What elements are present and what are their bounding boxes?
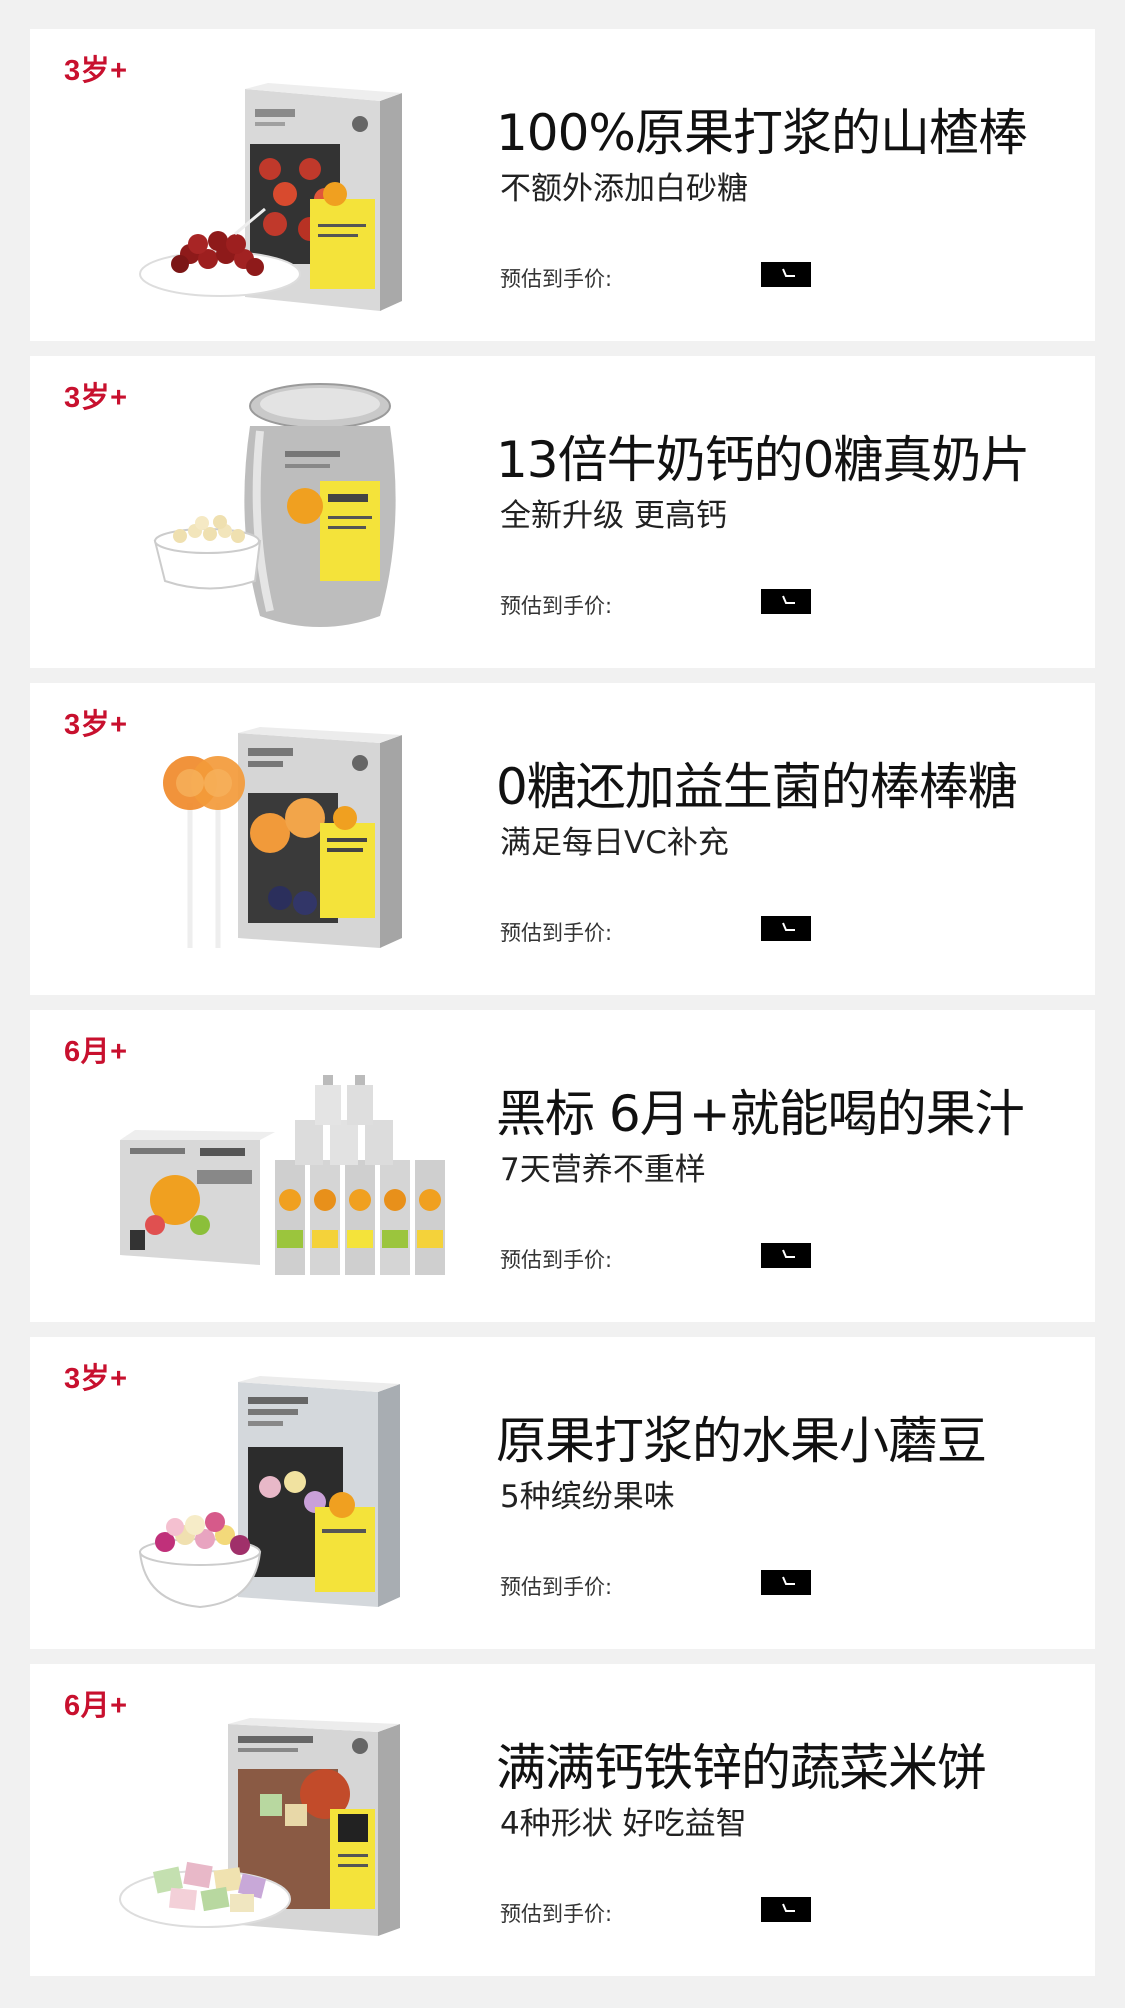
price-label: 预估到手价:	[500, 594, 613, 618]
price-label: 预估到手价:	[500, 267, 613, 291]
product-card[interactable]: 3岁+	[30, 29, 1095, 341]
product-card[interactable]: 6月+	[30, 1664, 1095, 1976]
price-label: 预估到手价:	[500, 1902, 613, 1926]
product-subtitle: 满足每日VC补充	[500, 825, 729, 861]
product-subtitle: 5种缤纷果味	[500, 1479, 675, 1515]
price-tag-button[interactable]	[761, 1570, 811, 1595]
product-subtitle: 4种形状 好吃益智	[500, 1806, 747, 1842]
product-title: 13倍牛奶钙的0糖真奶片	[496, 431, 1030, 489]
product-image[interactable]	[110, 1684, 455, 1956]
product-list: 3岁+ 100%原果打浆的山楂棒 不额外添加白砂糖 预估到手价: 3岁+ 13倍…	[0, 0, 1125, 2008]
hawthorn-stick-box-icon	[139, 83, 402, 311]
product-title: 100%原果打浆的山楂棒	[496, 104, 1028, 162]
arrow-icon	[782, 1903, 795, 1912]
price-label: 预估到手价:	[500, 1248, 613, 1272]
arrow-icon	[782, 1249, 795, 1258]
product-title: 满满钙铁锌的蔬菜米饼	[496, 1739, 987, 1797]
product-image[interactable]	[110, 49, 455, 321]
price-tag-button[interactable]	[761, 589, 811, 614]
price-label: 预估到手价:	[500, 1575, 613, 1599]
lollipop-box-icon	[163, 727, 402, 948]
product-card[interactable]: 6月+	[30, 1010, 1095, 1322]
price-tag-button[interactable]	[761, 916, 811, 941]
vegetable-rice-cracker-box-icon	[119, 1718, 400, 1936]
price-tag-button[interactable]	[761, 1243, 811, 1268]
product-subtitle: 全新升级 更高钙	[500, 498, 727, 534]
fruit-juice-pouch-set-icon	[120, 1075, 445, 1275]
arrow-icon	[782, 1576, 795, 1585]
product-card[interactable]: 3岁+	[30, 356, 1095, 668]
arrow-icon	[782, 268, 795, 277]
product-image[interactable]	[110, 1357, 455, 1629]
price-tag-button[interactable]	[761, 262, 811, 287]
milk-tablet-can-icon	[153, 383, 396, 627]
price-tag-button[interactable]	[761, 1897, 811, 1922]
product-title: 0糖还加益生菌的棒棒糖	[496, 758, 1018, 816]
product-title: 黑标 6月+就能喝的果汁	[496, 1085, 1025, 1143]
product-image[interactable]	[85, 1030, 455, 1302]
product-subtitle: 不额外添加白砂糖	[500, 171, 748, 207]
fruit-melts-box-icon	[138, 1376, 400, 1609]
product-card[interactable]: 3岁+	[30, 1337, 1095, 1649]
arrow-icon	[782, 595, 795, 604]
product-image[interactable]	[110, 703, 455, 975]
product-image[interactable]	[110, 376, 455, 648]
product-card[interactable]: 3岁+	[30, 683, 1095, 995]
arrow-icon	[782, 922, 795, 931]
product-title: 原果打浆的水果小蘑豆	[496, 1412, 987, 1470]
product-subtitle: 7天营养不重样	[500, 1152, 706, 1188]
price-label: 预估到手价:	[500, 921, 613, 945]
